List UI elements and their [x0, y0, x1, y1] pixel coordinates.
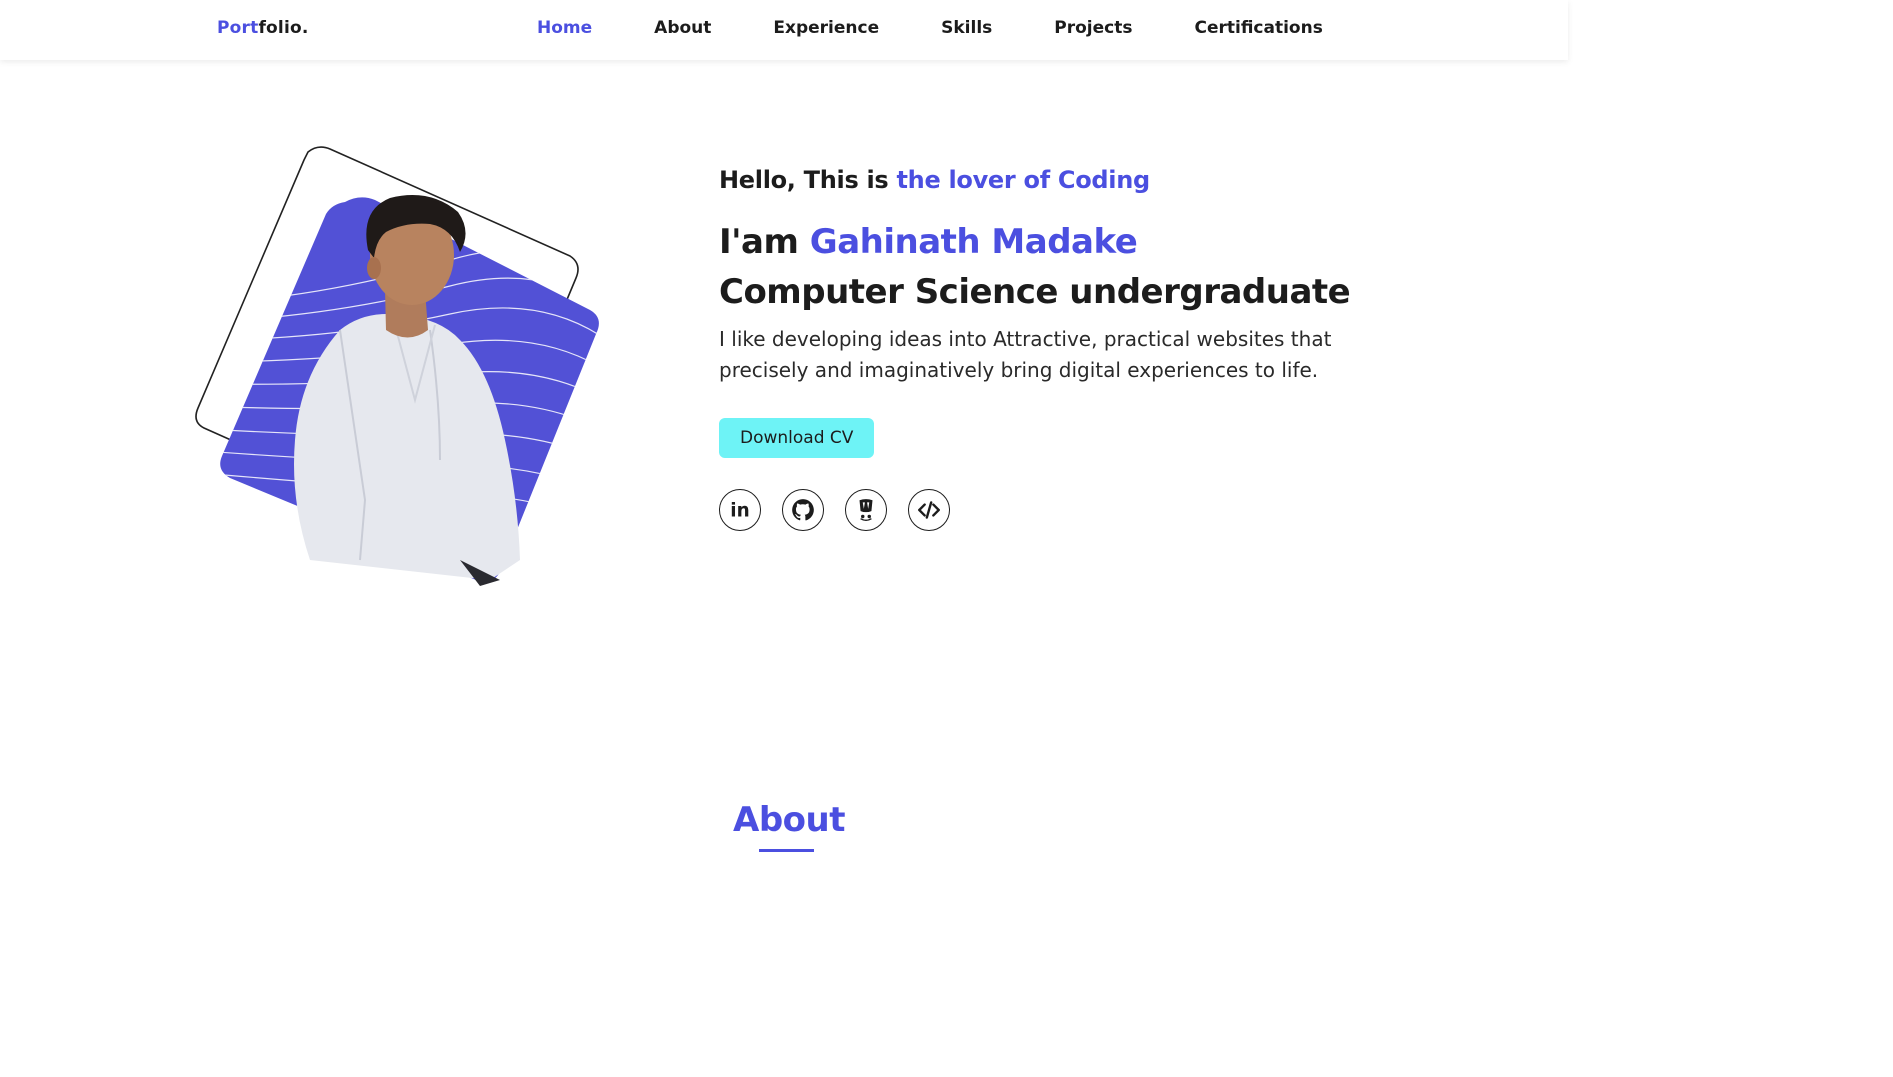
github-icon[interactable]: [782, 489, 824, 531]
nav-about[interactable]: About: [654, 18, 711, 38]
about-section-title: About: [733, 800, 845, 840]
coding-profile-icon[interactable]: [845, 489, 887, 531]
greeting-accent: the lover of Coding: [896, 166, 1150, 194]
person-name: Gahinath Madake: [809, 222, 1138, 262]
logo[interactable]: Portfolio.: [217, 18, 309, 38]
logo-accent: Port: [217, 18, 259, 38]
navbar: Portfolio. Home About Experience Skills …: [0, 0, 1568, 60]
social-links: in: [719, 489, 1419, 531]
about-underline: [759, 849, 814, 852]
role-heading: Computer Science undergraduate: [719, 272, 1351, 312]
linkedin-icon[interactable]: in: [719, 489, 761, 531]
logo-rest: folio.: [258, 18, 309, 38]
nav-links: Home About Experience Skills Projects Ce…: [537, 18, 1323, 38]
greeting: Hello, This is the lover of Coding: [719, 166, 1419, 194]
hero-text: Hello, This is the lover of Coding I'am …: [719, 166, 1419, 531]
hero-image: [190, 140, 610, 590]
nav-skills[interactable]: Skills: [941, 18, 992, 38]
name-heading: I'am Gahinath Madake: [719, 220, 1419, 264]
nav-certifications[interactable]: Certifications: [1194, 18, 1322, 38]
profile-illustration: [195, 146, 599, 586]
greeting-prefix: Hello, This is: [719, 166, 897, 194]
nav-experience[interactable]: Experience: [773, 18, 879, 38]
name-prefix: I'am: [719, 222, 810, 262]
bio-text: I like developing ideas into Attractive,…: [719, 327, 1332, 382]
code-icon[interactable]: [908, 489, 950, 531]
svg-text:in: in: [730, 501, 749, 522]
nav-projects[interactable]: Projects: [1054, 18, 1132, 38]
nav-home[interactable]: Home: [537, 18, 592, 38]
download-cv-button[interactable]: Download CV: [719, 418, 875, 458]
